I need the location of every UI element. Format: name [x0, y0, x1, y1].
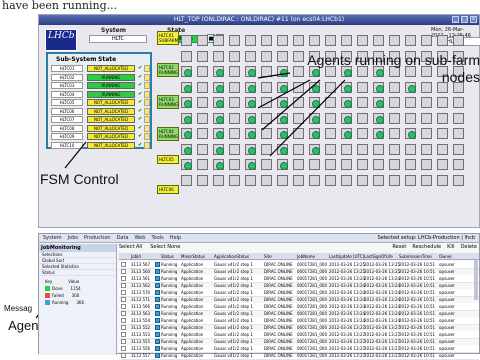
table-cell: DIRAC.ONLINE [264, 353, 293, 358]
table-cell: Gauss v41r2 step 1 [214, 353, 253, 358]
running-status-icon [155, 304, 160, 309]
sidebar-header: JobMonitoring [39, 244, 116, 252]
row-checkbox[interactable] [121, 283, 126, 288]
arrow-line [257, 72, 291, 79]
menu-production[interactable]: Production [84, 234, 111, 242]
status-stats-table: Key Value Done 1154 Failed 300 Running 366 [45, 278, 95, 306]
arrow-line [64, 141, 87, 169]
running-status-icon [155, 262, 160, 267]
menu-tools[interactable]: Tools [151, 234, 163, 242]
menu-help[interactable]: Help [170, 234, 181, 242]
status-swatch [45, 286, 50, 291]
running-status-icon [155, 269, 160, 274]
column-header[interactable]: Owner [439, 253, 452, 260]
row-checkbox[interactable] [121, 332, 126, 337]
row-checkbox[interactable] [121, 311, 126, 316]
stats-key: Running [52, 300, 69, 305]
table-cell: 3113 557 [131, 353, 151, 358]
row-checkbox[interactable] [121, 325, 126, 330]
stats-key: Done [52, 286, 63, 291]
vertical-scrollbar[interactable] [474, 260, 478, 300]
running-status-icon [155, 297, 160, 302]
table-cell: 00017281_000 [297, 353, 327, 358]
running-status-icon [155, 311, 160, 316]
arrow-line [261, 79, 321, 131]
table-cell: Application [181, 353, 204, 358]
column-header[interactable]: MinorStatus [181, 253, 205, 260]
column-header[interactable]: Site [264, 253, 272, 260]
table-cell: 2012-03-26 13:27 [364, 353, 401, 358]
dirac-job-monitor: System Jobs Production Data Web Tools Help Sel… [38, 233, 480, 360]
column-header[interactable]: JobName [297, 253, 315, 260]
running-status-icon [155, 318, 160, 323]
column-header[interactable]: Status [161, 253, 174, 260]
reschedule-button[interactable]: Reschedule [412, 244, 441, 251]
table-cell: Running [161, 353, 178, 358]
status-swatch [45, 300, 50, 305]
running-status-icon [155, 290, 160, 295]
status-swatch [45, 293, 50, 298]
column-header[interactable]: SubmissionTime [399, 253, 432, 260]
row-checkbox[interactable] [121, 276, 126, 281]
stats-value-header: Value [68, 279, 80, 284]
stats-row: Done 1154 [45, 285, 95, 292]
row-checkbox[interactable] [121, 262, 126, 267]
stats-value: 366 [76, 300, 85, 305]
setup-label[interactable]: Selected setup: LHCb-Production | lhcb [378, 234, 475, 242]
menu-jobs[interactable]: Jobs [68, 234, 78, 242]
row-checkbox[interactable] [121, 304, 126, 309]
menu-web[interactable]: Web [135, 234, 146, 242]
row-checkbox[interactable] [121, 346, 126, 351]
stats-value: 300 [71, 293, 80, 298]
menu-system[interactable]: System [43, 234, 62, 242]
sidebar-item[interactable]: Status [39, 270, 116, 276]
table-cell: 2012-03-26 10:51 [399, 353, 436, 358]
job-monitoring-sidebar: JobMonitoring Selections Global Sort Selec… [39, 244, 117, 355]
column-header[interactable]: LastSignOfLife [364, 253, 393, 260]
toolbar-select-all-button[interactable]: Select All [119, 244, 142, 251]
table-row[interactable]: 3113 557 Running Application Gauss v41r2 st… [119, 352, 479, 360]
row-checkbox[interactable] [121, 290, 126, 295]
running-status-icon [155, 325, 160, 330]
reset-button[interactable]: Reset [392, 244, 406, 251]
delete-button[interactable]: Delete [461, 244, 477, 251]
row-checkbox[interactable] [121, 339, 126, 344]
running-status-icon [155, 346, 160, 351]
table-cell: 2012-03-26 13:27 [329, 353, 366, 358]
stats-key: Failed [52, 293, 64, 298]
column-header[interactable]: JobId [131, 253, 141, 260]
running-status-icon [155, 283, 160, 288]
row-checkbox[interactable] [121, 318, 126, 323]
table-cell: opsuser [439, 353, 455, 358]
menu-data[interactable]: Data [117, 234, 129, 242]
jobs-table-header: JobId Status MinorStatus ApplicationStatus S… [119, 253, 479, 260]
arrow-line [257, 79, 311, 109]
running-status-icon [155, 339, 160, 344]
row-checkbox[interactable] [121, 269, 126, 274]
column-header[interactable]: ApplicationStatus [214, 253, 249, 260]
running-status-icon [155, 332, 160, 337]
toolbar-select-none-button[interactable]: Select None [150, 244, 180, 251]
column-header[interactable]: LastUpdate [UTC] [329, 253, 364, 260]
stats-key-header: Key [45, 279, 53, 284]
job-actions-toolbar: Reset Reschedule Kill Delete [392, 244, 477, 251]
running-status-icon [155, 276, 160, 281]
kill-button[interactable]: Kill [447, 244, 454, 251]
row-checkbox[interactable] [121, 297, 126, 302]
stats-row: Running 366 [45, 299, 95, 306]
stats-row: Failed 300 [45, 292, 95, 299]
stats-value: 1154 [70, 286, 81, 291]
